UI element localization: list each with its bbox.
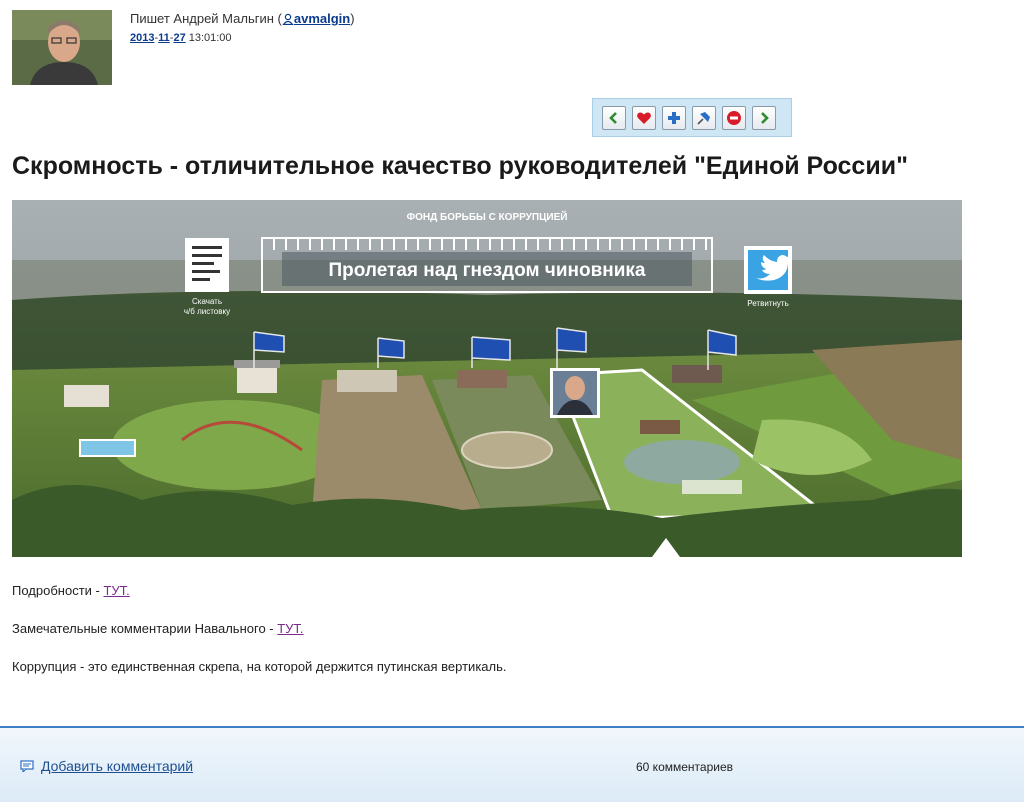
date-day-link[interactable]: 27 — [173, 32, 185, 44]
plus-icon — [668, 111, 680, 124]
post-title: Скромность - отличительное качество руко… — [12, 152, 908, 180]
comments-text: Замечательные комментарии Навального - — [12, 621, 278, 636]
comments-paragraph: Замечательные комментарии Навального - Т… — [12, 621, 304, 636]
details-paragraph: Подробности - ТУТ. — [12, 583, 130, 598]
comments-footer: Добавить комментарий 60 комментариев — [0, 726, 1024, 802]
add-friend-button[interactable] — [662, 105, 686, 130]
date-month-link[interactable]: 11 — [158, 32, 170, 44]
user-icon[interactable] — [282, 13, 294, 26]
tag-entry-button[interactable] — [692, 105, 716, 130]
retweet-label: Ретвитнуть — [747, 299, 788, 308]
stop-icon — [727, 110, 741, 125]
navalny-comments-link[interactable]: ТУТ. — [277, 621, 303, 636]
avatar-image — [12, 10, 112, 85]
comment-icon — [20, 760, 34, 772]
pin-icon — [697, 111, 710, 125]
heart-icon — [637, 112, 651, 124]
date-year-link[interactable]: 2013 — [130, 32, 154, 44]
banner-headline: Пролетая над гнездом чиновника — [328, 260, 645, 281]
banner-image: ФОНД БОРЬБЫ С КОРРУПЦИЕЙ Пролетая над гн… — [12, 200, 962, 557]
next-icon — [761, 111, 769, 124]
prev-entry-button[interactable] — [602, 105, 626, 130]
post-meta: Пишет Андрей Мальгин (avmalgin) 2013-11-… — [130, 11, 355, 44]
twitter-icon[interactable] — [744, 246, 792, 294]
post-banner[interactable]: ФОНД БОРЬБЫ С КОРРУПЦИЕЙ Пролетая над гн… — [12, 200, 962, 557]
next-entry-button[interactable] — [752, 105, 776, 130]
prev-icon — [609, 111, 617, 124]
details-text: Подробности - — [12, 583, 104, 598]
corruption-paragraph: Коррупция - это единственная скрепа, на … — [12, 659, 507, 674]
download-leaflet-icon[interactable] — [185, 238, 229, 292]
add-comment[interactable]: Добавить комментарий — [20, 758, 193, 774]
flag-entry-button[interactable] — [722, 105, 746, 130]
author-prefix: Пишет Андрей Мальгин ( — [130, 11, 282, 26]
comment-count[interactable]: 60 комментариев — [636, 760, 733, 774]
entry-toolbar — [592, 98, 792, 137]
official-portrait[interactable] — [550, 368, 600, 418]
post-time: 13:01:00 — [188, 32, 232, 44]
author-avatar[interactable] — [12, 10, 112, 85]
download-label-2: ч/б листовку — [184, 307, 230, 316]
author-username-link[interactable]: avmalgin — [294, 11, 350, 26]
details-link[interactable]: ТУТ. — [103, 583, 129, 598]
banner-top-caption: ФОНД БОРЬБЫ С КОРРУПЦИЕЙ — [407, 210, 568, 223]
add-comment-link[interactable]: Добавить комментарий — [41, 758, 193, 774]
add-memories-button[interactable] — [632, 105, 656, 130]
download-label-1: Скачать — [192, 297, 222, 306]
author-suffix: ) — [350, 11, 355, 26]
